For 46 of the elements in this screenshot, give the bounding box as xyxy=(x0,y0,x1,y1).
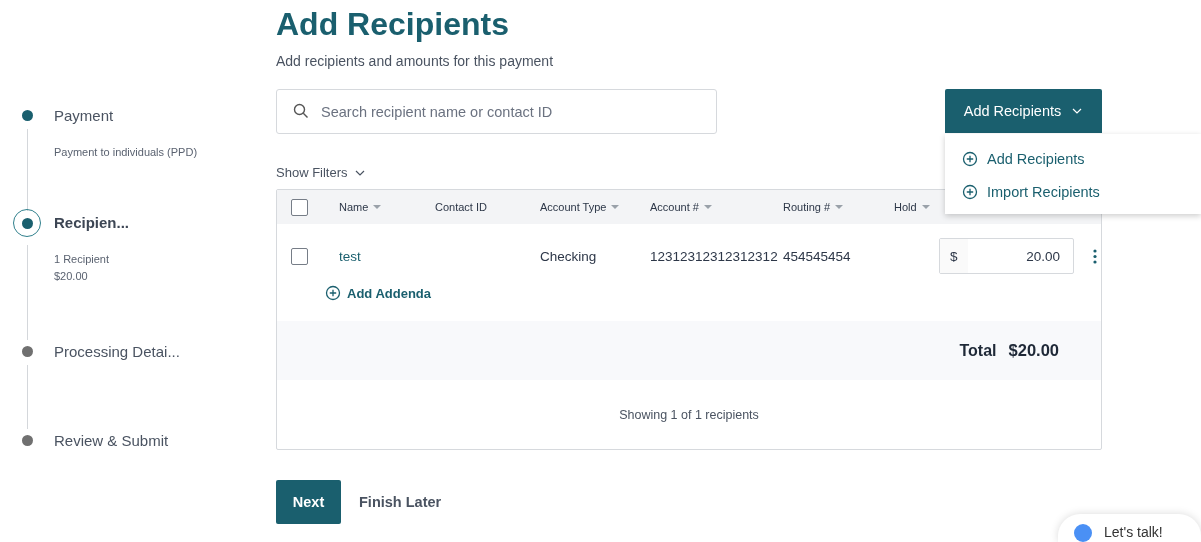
page-title: Add Recipients xyxy=(276,5,510,43)
column-header: Contact ID xyxy=(435,201,488,213)
search-field[interactable]: Search recipient name or contact ID xyxy=(276,89,717,134)
column-header[interactable]: Account # xyxy=(650,201,783,213)
pagination-summary: Showing 1 of 1 recipients xyxy=(618,406,760,424)
column-header[interactable]: Account Type xyxy=(540,201,650,213)
table-cell-text: Checking xyxy=(540,248,598,264)
finish-later-button[interactable]: Finish Later xyxy=(359,494,442,510)
column-header[interactable]: Hold xyxy=(894,201,940,213)
more-options-icon xyxy=(1093,248,1097,264)
step-detail: 1 Recipient xyxy=(54,252,111,267)
select-all-checkbox[interactable] xyxy=(291,198,308,216)
plus-circle-icon xyxy=(325,285,341,301)
step-label[interactable]: Payment xyxy=(54,106,198,126)
plus-circle-icon xyxy=(962,183,978,200)
column-header[interactable]: Name xyxy=(339,201,435,213)
total-value: $20.00 xyxy=(1008,341,1059,360)
chat-widget[interactable]: Let's talk! xyxy=(1058,514,1201,542)
menu-item[interactable]: Import Recipients xyxy=(945,175,1201,208)
table-cell-text: 12312312312312312 xyxy=(650,248,779,264)
recipient-name-link[interactable]: test xyxy=(339,248,435,264)
step-label[interactable]: Recipien... xyxy=(54,213,130,233)
sort-caret-icon xyxy=(920,204,931,210)
sort-caret-icon xyxy=(372,204,383,210)
row-checkbox[interactable] xyxy=(291,247,308,265)
add-recipients-button[interactable]: Add Recipients xyxy=(945,89,1102,133)
table-cell-text: 454545454 xyxy=(783,248,852,264)
step-detail: $20.00 xyxy=(54,269,89,284)
step-label[interactable]: Processing Detai... xyxy=(54,342,180,362)
column-header[interactable]: Routing # xyxy=(783,201,894,213)
menu-item[interactable]: Add Recipients xyxy=(945,142,1201,175)
step-label[interactable]: Review & Submit xyxy=(54,431,169,451)
chat-label: Let's talk! xyxy=(1104,524,1163,540)
sort-caret-icon xyxy=(702,204,713,210)
show-filters-toggle[interactable]: Show Filters xyxy=(276,165,366,180)
search-icon xyxy=(293,103,309,119)
sort-caret-icon xyxy=(610,204,621,210)
plus-circle-icon xyxy=(962,150,978,167)
page-subtitle: Add recipients and amounts for this payment xyxy=(276,53,555,69)
total-label: Total xyxy=(959,341,997,360)
step-detail: Payment to individuals (PPD) xyxy=(54,145,198,160)
amount-field[interactable]: $ 20.00 xyxy=(939,238,1074,274)
chat-icon xyxy=(1074,524,1092,542)
sort-caret-icon xyxy=(834,204,845,210)
add-addenda-link[interactable]: Add Addenda xyxy=(325,286,431,300)
next-button[interactable]: Next xyxy=(276,480,341,524)
